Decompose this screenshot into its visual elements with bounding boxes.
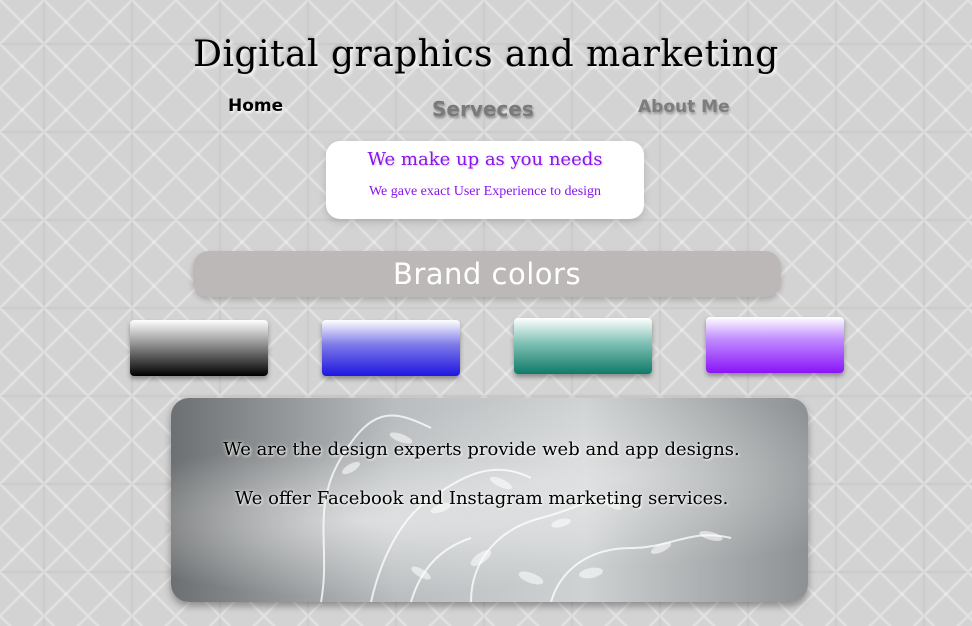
promo-card: We make up as you needs We gave exact Us… [326,141,644,219]
promo-subtitle: We gave exact User Experience to design [368,184,602,199]
brand-colors-label: Brand colors [392,257,582,291]
hero-text-line-2: We offer Facebook and Instagram marketin… [234,488,729,509]
nav-home-link[interactable]: Home [228,96,283,116]
swatch-blue [322,320,460,376]
nav-services-link[interactable]: Serveces [432,97,534,121]
swatch-teal [514,318,652,374]
nav-about-link[interactable]: About Me [638,97,730,117]
hero-banner: We are the design experts provide web an… [171,398,808,602]
promo-title: We make up as you needs [367,149,603,170]
hero-text-line-1: We are the design experts provide web an… [223,439,740,460]
page-title: Digital graphics and marketing [193,34,779,75]
swatch-purple [706,317,844,373]
swatch-black [130,320,268,376]
brand-colors-banner: Brand colors [193,251,781,297]
